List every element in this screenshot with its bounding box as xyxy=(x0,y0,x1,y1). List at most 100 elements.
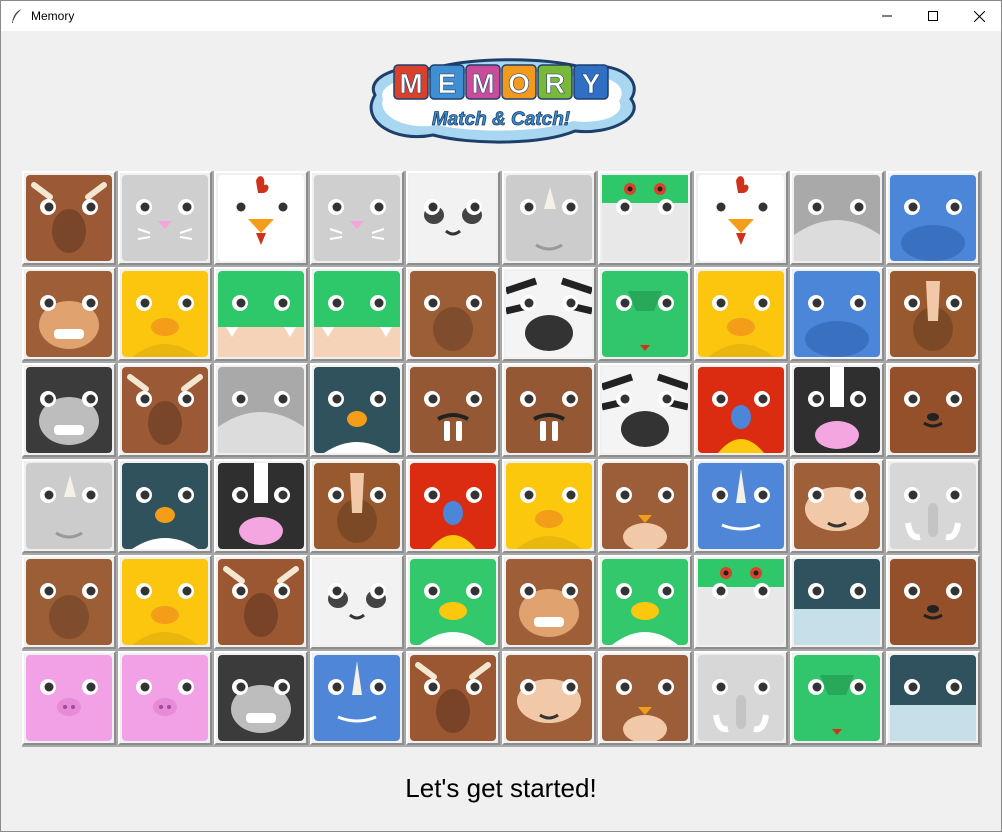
card-horse-stripe[interactable] xyxy=(310,459,404,553)
card-whale[interactable] xyxy=(790,555,884,649)
puffin-face-icon xyxy=(314,367,400,453)
card-duck[interactable] xyxy=(502,459,596,553)
rhino-face-icon xyxy=(506,175,592,261)
card-horse-stripe[interactable] xyxy=(886,267,980,361)
card-puffin[interactable] xyxy=(118,459,212,553)
card-parrot[interactable] xyxy=(406,459,500,553)
cow-face-icon xyxy=(794,367,880,453)
logo-letter: M xyxy=(471,68,494,99)
card-penguin[interactable] xyxy=(214,363,308,457)
card-bear[interactable] xyxy=(886,363,980,457)
card-chick[interactable] xyxy=(694,267,788,361)
card-owl[interactable] xyxy=(598,459,692,553)
card-moose[interactable] xyxy=(214,555,308,649)
close-icon xyxy=(973,10,985,22)
whale-face-icon xyxy=(890,655,976,741)
card-gorilla[interactable] xyxy=(214,651,308,745)
card-sloth[interactable] xyxy=(790,459,884,553)
card-cat[interactable] xyxy=(118,171,212,265)
card-gorilla[interactable] xyxy=(22,363,116,457)
walrus-face-icon xyxy=(410,367,496,453)
logo-subtitle: Match & Catch! xyxy=(432,109,570,130)
monkey-face-icon xyxy=(26,271,112,357)
chick-face-icon xyxy=(122,559,208,645)
card-cow[interactable] xyxy=(214,459,308,553)
card-elephant[interactable] xyxy=(694,651,788,745)
rhino-face-icon xyxy=(26,463,112,549)
card-whale[interactable] xyxy=(886,651,980,745)
card-crocodile[interactable] xyxy=(214,267,308,361)
card-dragon[interactable] xyxy=(598,267,692,361)
card-frog[interactable] xyxy=(694,555,788,649)
close-button[interactable] xyxy=(956,1,1002,31)
card-penguin[interactable] xyxy=(790,171,884,265)
card-cow[interactable] xyxy=(790,363,884,457)
walrus-face-icon xyxy=(506,367,592,453)
maximize-icon xyxy=(928,11,938,21)
card-crocodile[interactable] xyxy=(310,267,404,361)
hippo-face-icon xyxy=(794,271,880,357)
card-narwhal[interactable] xyxy=(694,459,788,553)
card-bear[interactable] xyxy=(886,555,980,649)
logo-letter: R xyxy=(545,68,565,99)
cat-face-icon xyxy=(314,175,400,261)
zebra-face-icon xyxy=(602,367,688,453)
penguin-face-icon xyxy=(794,175,880,261)
dragon-face-icon xyxy=(602,271,688,357)
card-puffin[interactable] xyxy=(310,363,404,457)
card-narwhal[interactable] xyxy=(310,651,404,745)
app-window: Memory MEMORY Match & Catch! Let's get s… xyxy=(0,0,1002,832)
card-frog[interactable] xyxy=(598,171,692,265)
card-chicken[interactable] xyxy=(214,171,308,265)
card-hippo[interactable] xyxy=(790,267,884,361)
card-monkey[interactable] xyxy=(502,555,596,649)
card-rhino[interactable] xyxy=(22,459,116,553)
hippo-face-icon xyxy=(890,175,976,261)
card-horse[interactable] xyxy=(22,555,116,649)
window-title: Memory xyxy=(31,9,75,23)
bull-face-icon xyxy=(122,367,208,453)
card-walrus[interactable] xyxy=(406,363,500,457)
card-pig[interactable] xyxy=(22,651,116,745)
chicken-face-icon xyxy=(218,175,304,261)
card-owl[interactable] xyxy=(598,651,692,745)
card-sloth[interactable] xyxy=(502,651,596,745)
card-bull[interactable] xyxy=(118,363,212,457)
card-pig[interactable] xyxy=(118,651,212,745)
card-zebra[interactable] xyxy=(502,267,596,361)
card-horse[interactable] xyxy=(406,267,500,361)
horse-stripe-face-icon xyxy=(314,463,400,549)
card-chick[interactable] xyxy=(118,555,212,649)
card-chick[interactable] xyxy=(118,267,212,361)
minimize-button[interactable] xyxy=(864,1,910,31)
maximize-button[interactable] xyxy=(910,1,956,31)
card-rhino[interactable] xyxy=(502,171,596,265)
card-duck-green[interactable] xyxy=(598,555,692,649)
pig-face-icon xyxy=(26,655,112,741)
zebra-face-icon xyxy=(506,271,592,357)
card-panda[interactable] xyxy=(310,555,404,649)
bull-face-icon xyxy=(26,175,112,261)
card-hippo[interactable] xyxy=(886,171,980,265)
chick-face-icon xyxy=(698,271,784,357)
card-duck-green[interactable] xyxy=(406,555,500,649)
elephant-face-icon xyxy=(698,655,784,741)
card-cat[interactable] xyxy=(310,171,404,265)
card-elephant[interactable] xyxy=(886,459,980,553)
title-bar[interactable]: Memory xyxy=(1,1,1001,31)
card-walrus[interactable] xyxy=(502,363,596,457)
logo-letter: Y xyxy=(582,68,601,99)
card-panda[interactable] xyxy=(406,171,500,265)
card-moose[interactable] xyxy=(406,651,500,745)
chick-face-icon xyxy=(122,271,208,357)
card-chicken[interactable] xyxy=(694,171,788,265)
card-parrot[interactable] xyxy=(694,363,788,457)
monkey-face-icon xyxy=(506,559,592,645)
card-dragon[interactable] xyxy=(790,651,884,745)
card-bull[interactable] xyxy=(22,171,116,265)
card-zebra[interactable] xyxy=(598,363,692,457)
panda-face-icon xyxy=(314,559,400,645)
card-monkey[interactable] xyxy=(22,267,116,361)
horse-face-icon xyxy=(26,559,112,645)
parrot-face-icon xyxy=(410,463,496,549)
